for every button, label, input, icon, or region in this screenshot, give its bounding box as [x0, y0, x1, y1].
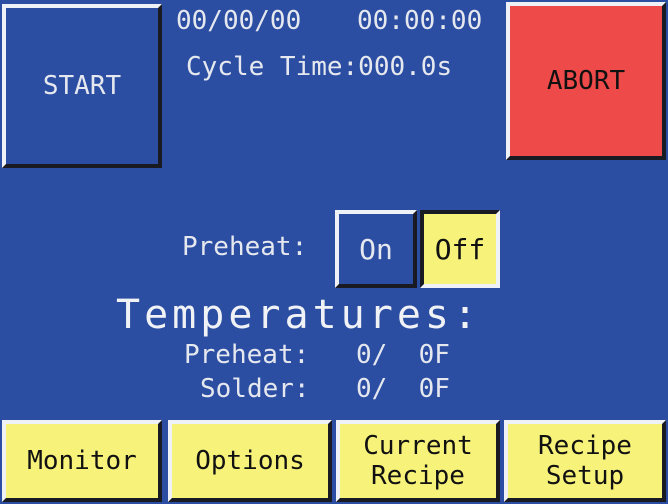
tab-current-recipe-line2: Recipe	[371, 461, 465, 491]
start-button-label: START	[42, 71, 122, 101]
time-display: 00:00:00	[357, 6, 483, 36]
tab-current-recipe-line1: Current	[363, 431, 473, 461]
preheat-on-button[interactable]: On	[335, 210, 417, 288]
hmi-screen: START 00/00/00 00:00:00 Cycle Time:000.0…	[0, 0, 668, 504]
tab-monitor-label: Monitor	[27, 446, 137, 476]
abort-button-label: ABORT	[546, 66, 626, 96]
temperatures-heading: Temperatures:	[116, 292, 482, 338]
tab-current-recipe[interactable]: Current Recipe	[336, 420, 500, 502]
tab-recipe-setup-line2: Setup	[545, 461, 625, 491]
preheat-on-label: On	[359, 232, 393, 266]
tab-options[interactable]: Options	[168, 420, 332, 502]
tab-recipe-setup-line1: Recipe	[538, 431, 632, 461]
preheat-temp-label: Preheat:	[184, 340, 310, 370]
preheat-temp-value: 0/ 0F	[356, 340, 450, 370]
preheat-off-label: Off	[434, 232, 486, 266]
preheat-off-button[interactable]: Off	[420, 210, 500, 288]
start-button[interactable]: START	[2, 4, 162, 168]
tab-recipe-setup[interactable]: Recipe Setup	[504, 420, 666, 502]
solder-temp-value: 0/ 0F	[356, 374, 450, 404]
solder-temp-label: Solder:	[200, 374, 310, 404]
tab-monitor[interactable]: Monitor	[2, 420, 162, 502]
abort-button[interactable]: ABORT	[506, 2, 666, 160]
preheat-toggle-label: Preheat:	[182, 232, 308, 262]
date-display: 00/00/00	[176, 6, 302, 36]
tab-options-label: Options	[195, 446, 305, 476]
cycle-time-display: Cycle Time:000.0s	[186, 52, 453, 82]
